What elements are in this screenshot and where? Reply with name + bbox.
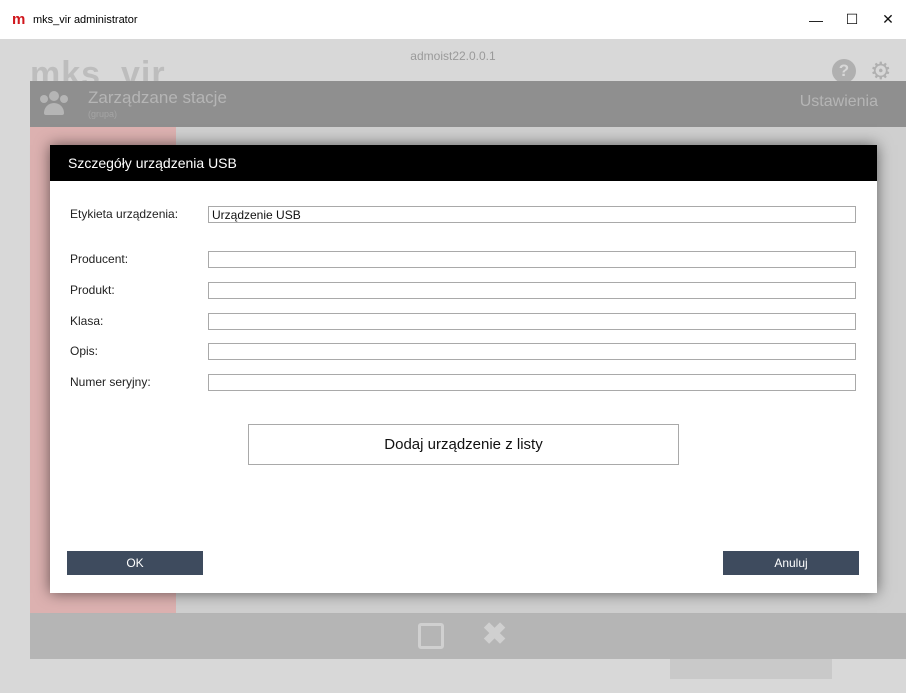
window-title: mks_vir administrator [33, 13, 138, 26]
class-input[interactable] [208, 313, 856, 330]
minimize-button[interactable]: — [798, 0, 834, 39]
field-row-label: Etykieta urządzenia: [70, 206, 856, 223]
dialog-title: Szczegóły urządzenia USB [50, 145, 877, 181]
maximize-button[interactable]: ☐ [834, 0, 870, 39]
window-controls: — ☐ ✕ [798, 0, 906, 39]
save-icon[interactable] [418, 623, 444, 649]
app-logo-icon: m [12, 10, 26, 28]
ok-button[interactable]: OK [67, 551, 203, 575]
title-bar: m mks_vir administrator — ☐ ✕ [0, 0, 906, 39]
settings-link[interactable]: Ustawienia [800, 93, 878, 111]
field-row-description: Opis: [70, 343, 856, 360]
field-row-product: Produkt: [70, 282, 856, 299]
producer-input[interactable] [208, 251, 856, 268]
help-icon[interactable]: ? [832, 59, 856, 83]
field-row-class: Klasa: [70, 313, 856, 330]
product-input[interactable] [208, 282, 856, 299]
class-label: Klasa: [70, 314, 104, 328]
field-row-serial: Numer seryjny: [70, 374, 856, 391]
section-subtitle: (grupa) [88, 109, 118, 119]
section-title: Zarządzane stacje [88, 88, 227, 107]
add-device-from-list-button[interactable]: Dodaj urządzenie z listy [248, 424, 679, 465]
usb-device-dialog: Szczegóły urządzenia USB Etykieta urządz… [50, 145, 877, 593]
footer-toolbar: ✖ [30, 613, 906, 659]
cancel-icon[interactable]: ✖ [482, 617, 507, 652]
cancel-button[interactable]: Anuluj [723, 551, 859, 575]
field-row-producer: Producent: [70, 251, 856, 268]
serial-number-input[interactable] [208, 374, 856, 391]
users-icon [40, 91, 68, 115]
device-label-label: Etykieta urządzenia: [70, 207, 179, 221]
serial-number-label: Numer seryjny: [70, 375, 151, 389]
product-label: Produkt: [70, 283, 115, 297]
description-input[interactable] [208, 343, 856, 360]
close-window-button[interactable]: ✕ [870, 0, 906, 39]
producer-label: Producent: [70, 252, 129, 266]
section-header: Zarządzane stacje (grupa) Ustawienia [30, 81, 906, 127]
device-label-input[interactable] [208, 206, 856, 223]
status-bar [670, 659, 832, 679]
description-label: Opis: [70, 344, 99, 358]
